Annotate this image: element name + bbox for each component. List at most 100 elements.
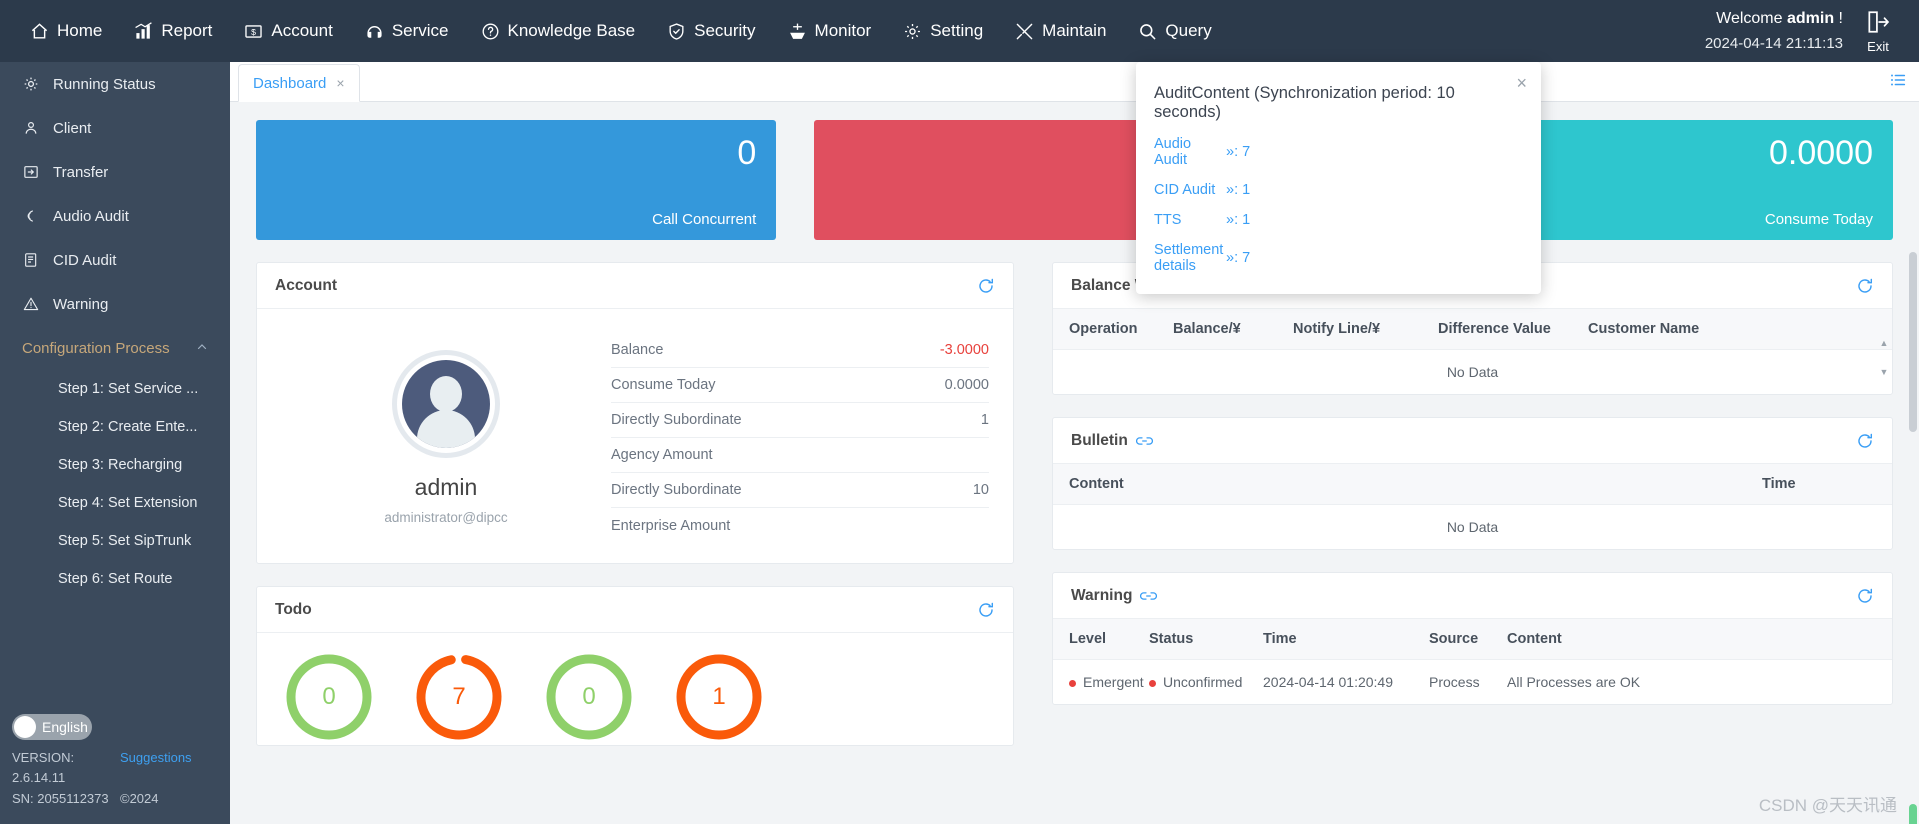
stat-card-call-concurrent-value: 0 — [737, 134, 757, 172]
sidebar-group-configuration-process[interactable]: Configuration Process — [0, 326, 230, 370]
sidebar-step-4[interactable]: Step 4: Set Extension — [0, 484, 230, 522]
todo-donut-2[interactable]: 7 — [397, 649, 521, 745]
sidebar-item-cid-audit[interactable]: CID Audit — [0, 238, 230, 282]
vertical-scrollbar[interactable] — [1909, 252, 1917, 432]
balance-warning-table: Operation Balance/¥ Notify Line/¥ Differ… — [1053, 309, 1892, 394]
todo-donut-1-value: 0 — [322, 683, 336, 710]
exit-icon — [1865, 9, 1891, 38]
sidebar-step-1[interactable]: Step 1: Set Service ... — [0, 370, 230, 408]
audit-row-settlement-details-count: »: 7 — [1226, 250, 1251, 266]
account-email: administrator@dipcc — [384, 509, 508, 525]
list-view-icon[interactable] — [1889, 71, 1907, 92]
version-label: VERSION: — [12, 749, 75, 765]
table-scroll-arrows[interactable]: ▲ ▼ — [1878, 339, 1890, 377]
nav-item-account[interactable]: $ Account — [228, 0, 348, 62]
table-empty-row: No Data — [1053, 350, 1892, 395]
audit-row-tts[interactable]: TTS »: 1 — [1154, 212, 1515, 228]
sidebar-group-label: Configuration Process — [22, 339, 170, 357]
warning-row-level-text: Emergent — [1083, 674, 1144, 690]
table-row[interactable]: Emergent Unconfirmed 2024-04-14 01:20:49… — [1053, 660, 1892, 705]
account-row-agency-amount-label: Agency Amount — [611, 447, 713, 463]
bulletin-table: Content Time No Data — [1053, 464, 1892, 549]
close-icon[interactable]: × — [336, 75, 344, 91]
users-icon — [22, 120, 40, 136]
audit-row-cid-audit[interactable]: CID Audit »: 1 — [1154, 182, 1515, 198]
nav-item-report[interactable]: Report — [118, 0, 228, 62]
chain-link-icon[interactable] — [1140, 590, 1158, 602]
col-operation: Operation — [1053, 309, 1173, 350]
vertical-scrollbar-thumb-bottom[interactable] — [1909, 804, 1917, 824]
refresh-icon[interactable] — [1856, 277, 1874, 295]
stat-card-call-concurrent[interactable]: 0 Call Concurrent — [256, 120, 777, 240]
sidebar-item-audio-audit[interactable]: Audio Audit — [0, 194, 230, 238]
todo-donut-4[interactable]: 1 — [657, 649, 781, 745]
todo-donut-3[interactable]: 0 — [527, 649, 651, 745]
sidebar-step-6-label: Step 6: Set Route — [58, 571, 173, 587]
account-row-directly-subordinate-1-value: 1 — [980, 412, 989, 428]
nav-item-maintain-label: Maintain — [1042, 21, 1107, 40]
nav-item-monitor[interactable]: Monitor — [772, 0, 888, 62]
account-row-enterprise-amount-label: Enterprise Amount — [611, 517, 731, 534]
sidebar-item-client[interactable]: Client — [0, 106, 230, 150]
exit-button[interactable]: Exit — [1849, 0, 1907, 62]
audit-row-audio-audit[interactable]: Audio Audit »: 7 — [1154, 136, 1515, 168]
sidebar-step-5[interactable]: Step 5: Set SipTrunk — [0, 522, 230, 560]
account-row-balance: Balance -3.0000 — [611, 333, 989, 368]
col-content: Content — [1053, 464, 1762, 505]
exit-label: Exit — [1867, 38, 1889, 54]
account-panel-header: Account — [257, 263, 1013, 309]
status-dot-icon — [1149, 679, 1156, 687]
close-icon[interactable]: × — [1516, 74, 1527, 92]
search-icon — [1138, 22, 1157, 41]
nav-item-security[interactable]: Security — [651, 0, 771, 62]
sidebar-step-1-label: Step 1: Set Service ... — [58, 381, 199, 397]
refresh-icon[interactable] — [1856, 432, 1874, 450]
col-customer-name: Customer Name — [1588, 309, 1892, 350]
warning-triangle-icon — [22, 296, 40, 312]
suggestions-link[interactable]: Suggestions — [120, 748, 192, 769]
chain-link-icon[interactable] — [1135, 435, 1153, 447]
col-level: Level — [1053, 619, 1149, 660]
balance-warning-empty-text: No Data — [1446, 364, 1499, 380]
audit-content-popup: × AuditContent (Synchronization period: … — [1136, 62, 1541, 294]
sidebar-step-6[interactable]: Step 6: Set Route — [0, 560, 230, 598]
nav-item-query[interactable]: Query — [1122, 0, 1227, 62]
refresh-icon[interactable] — [977, 601, 995, 619]
account-row-directly-subordinate-1: Directly Subordinate 1 — [611, 403, 989, 438]
nav-item-setting[interactable]: Setting — [887, 0, 999, 62]
warning-row-status: Unconfirmed — [1149, 660, 1263, 705]
left-column: Account admin administrator@dipcc Balanc… — [256, 262, 1014, 768]
language-label: English — [42, 719, 88, 735]
toggle-knob — [14, 716, 36, 738]
col-difference-value: Difference Value — [1438, 309, 1588, 350]
sidebar-step-2[interactable]: Step 2: Create Ente... — [0, 408, 230, 446]
money-icon: $ — [244, 22, 263, 41]
nav-item-maintain[interactable]: Maintain — [999, 0, 1122, 62]
account-row-balance-value: -3.0000 — [939, 342, 989, 358]
sidebar-item-running-status[interactable]: Running Status — [0, 62, 230, 106]
account-row-consume-today-label: Consume Today — [611, 377, 716, 393]
sidebar-step-3[interactable]: Step 3: Recharging — [0, 446, 230, 484]
table-header-row: Operation Balance/¥ Notify Line/¥ Differ… — [1053, 309, 1892, 350]
nav-item-report-label: Report — [161, 21, 213, 40]
tab-dashboard[interactable]: Dashboard × — [238, 64, 360, 102]
refresh-icon[interactable] — [977, 277, 995, 295]
audit-row-settlement-details[interactable]: Settlement details »: 7 — [1154, 242, 1515, 274]
sidebar-item-warning[interactable]: Warning — [0, 282, 230, 326]
sidebar-item-transfer-label: Transfer — [53, 163, 109, 181]
todo-donut-1[interactable]: 0 — [267, 649, 391, 745]
nav-item-home[interactable]: Home — [14, 0, 118, 62]
sidebar-item-transfer[interactable]: Transfer — [0, 150, 230, 194]
audit-row-tts-label: TTS — [1154, 212, 1182, 228]
nav-item-knowledge-base[interactable]: Knowledge Base — [465, 0, 652, 62]
language-toggle[interactable]: English — [12, 714, 92, 740]
warning-row-content: All Processes are OK — [1507, 674, 1641, 690]
shield-check-icon — [667, 22, 686, 41]
bulletin-empty-text: No Data — [1446, 519, 1499, 535]
col-balance: Balance/¥ — [1173, 309, 1293, 350]
tools-icon — [1015, 22, 1034, 41]
nav-item-service[interactable]: Service — [349, 0, 465, 62]
audit-row-tts-count: »: 1 — [1226, 212, 1251, 228]
refresh-icon[interactable] — [1856, 587, 1874, 605]
warning-row-level: Emergent — [1053, 660, 1149, 705]
